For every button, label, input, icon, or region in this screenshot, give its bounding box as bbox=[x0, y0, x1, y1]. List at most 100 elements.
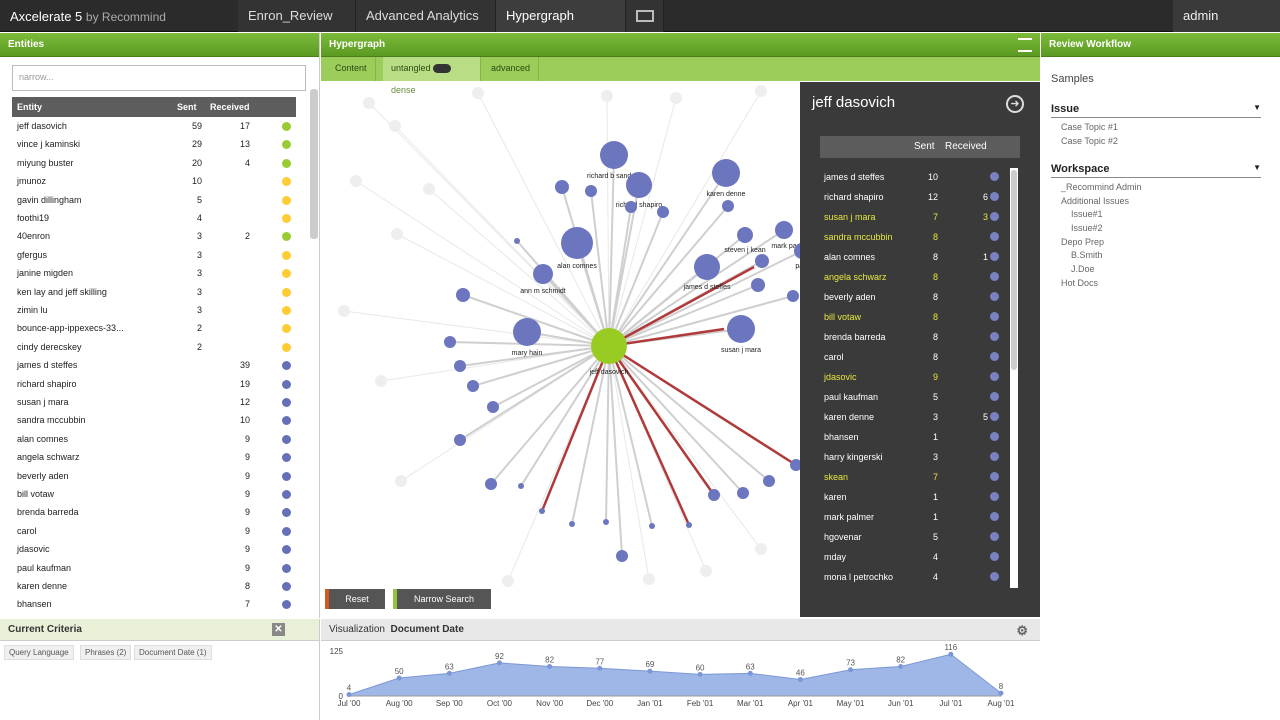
graph-node[interactable] bbox=[712, 159, 740, 187]
col-received[interactable]: Received bbox=[210, 102, 250, 112]
graph-node[interactable] bbox=[555, 180, 569, 194]
menu-icon[interactable] bbox=[1018, 38, 1032, 52]
entity-row[interactable]: cindy derecskey 2 bbox=[12, 339, 296, 357]
graph-node[interactable] bbox=[513, 318, 541, 346]
tab-enron-review[interactable]: Enron_Review bbox=[238, 0, 356, 32]
graph-node[interactable] bbox=[487, 401, 499, 413]
samples-item[interactable]: Samples bbox=[1051, 73, 1094, 85]
issue-item[interactable]: Case Topic #1 bbox=[1061, 122, 1118, 132]
entity-row[interactable]: gavin dillingham 5 bbox=[12, 192, 296, 210]
criteria-pill[interactable]: Document Date (1) bbox=[134, 645, 212, 660]
detail-row[interactable]: skean 7 bbox=[820, 467, 1010, 487]
arrow-right-icon[interactable]: ➜ bbox=[1006, 95, 1024, 113]
entity-row[interactable]: janine migden 3 bbox=[12, 265, 296, 283]
graph-node[interactable] bbox=[763, 475, 775, 487]
ws-item[interactable]: Depo Prep bbox=[1061, 237, 1104, 247]
graph-node[interactable] bbox=[585, 185, 597, 197]
detail-row[interactable]: harry kingerski 3 bbox=[820, 447, 1010, 467]
detail-row[interactable]: mona l petrochko 4 bbox=[820, 567, 1010, 587]
entity-row[interactable]: beverly aden 9 bbox=[12, 468, 296, 486]
graph-node[interactable] bbox=[485, 478, 497, 490]
detail-row[interactable]: carol 8 bbox=[820, 347, 1010, 367]
detail-row[interactable]: susan j mara 7 3 bbox=[820, 207, 1010, 227]
entities-scrollbar[interactable] bbox=[310, 89, 318, 239]
entity-row[interactable]: miyung buster 20 4 bbox=[12, 155, 296, 173]
graph-node[interactable] bbox=[686, 522, 692, 528]
subtab-layout[interactable]: untangled dense bbox=[383, 57, 481, 95]
entity-row[interactable]: 40enron 3 2 bbox=[12, 228, 296, 246]
graph-node[interactable] bbox=[737, 487, 749, 499]
col-sent[interactable]: Sent bbox=[177, 102, 197, 112]
entity-row[interactable]: ken lay and jeff skilling 3 bbox=[12, 284, 296, 302]
graph-node[interactable] bbox=[649, 523, 655, 529]
col-entity[interactable]: Entity bbox=[17, 102, 42, 112]
entity-row[interactable]: jdasovic 9 bbox=[12, 541, 296, 559]
entity-row[interactable]: brenda barreda 9 bbox=[12, 504, 296, 522]
subtab-advanced[interactable]: advanced bbox=[483, 57, 540, 81]
detail-row[interactable]: paul kaufman 5 bbox=[820, 387, 1010, 407]
entity-row[interactable]: richard shapiro 19 bbox=[12, 376, 296, 394]
entity-row[interactable]: foothi19 4 bbox=[12, 210, 296, 228]
graph-node[interactable] bbox=[787, 290, 799, 302]
graph-node[interactable] bbox=[737, 227, 753, 243]
detail-scroll-thumb[interactable] bbox=[1011, 170, 1017, 370]
entity-row[interactable]: bounce-app-ippexecs-33... 2 bbox=[12, 320, 296, 338]
detail-row[interactable]: bhansen 1 bbox=[820, 427, 1010, 447]
entity-row[interactable]: angela schwarz 9 bbox=[12, 449, 296, 467]
hypergraph-canvas[interactable]: richard b sandersrichard shapirokaren de… bbox=[321, 81, 801, 616]
tab-add-button[interactable] bbox=[626, 0, 664, 32]
graph-node[interactable] bbox=[751, 278, 765, 292]
detail-row[interactable]: bill votaw 8 bbox=[820, 307, 1010, 327]
tab-advanced-analytics[interactable]: Advanced Analytics bbox=[356, 0, 496, 32]
workspace-heading[interactable]: Workspace ▼ bbox=[1051, 163, 1261, 178]
ws-item[interactable]: Hot Docs bbox=[1061, 278, 1098, 288]
user-menu[interactable]: admin bbox=[1173, 0, 1280, 32]
ws-item[interactable]: Issue#1 bbox=[1071, 209, 1103, 219]
entity-row[interactable]: jmunoz 10 bbox=[12, 173, 296, 191]
graph-node[interactable] bbox=[603, 519, 609, 525]
entity-row[interactable]: vince j kaminski 29 13 bbox=[12, 136, 296, 154]
entity-row[interactable]: carol 9 bbox=[12, 523, 296, 541]
detail-row[interactable]: jdasovic 9 bbox=[820, 367, 1010, 387]
entity-row[interactable]: bhansen 7 bbox=[12, 596, 296, 614]
graph-node[interactable] bbox=[456, 288, 470, 302]
graph-node[interactable] bbox=[722, 200, 734, 212]
close-icon[interactable]: ✕ bbox=[272, 623, 285, 636]
detail-row[interactable]: karen denne 3 5 bbox=[820, 407, 1010, 427]
ws-item[interactable]: B.Smith bbox=[1071, 250, 1103, 260]
detail-row[interactable]: sandra mccubbin 8 bbox=[820, 227, 1010, 247]
detail-row[interactable]: brenda barreda 8 bbox=[820, 327, 1010, 347]
graph-node[interactable] bbox=[727, 315, 755, 343]
gear-icon[interactable]: ⚙ bbox=[1016, 620, 1028, 642]
ws-item[interactable]: Additional Issues bbox=[1061, 196, 1129, 206]
graph-node[interactable] bbox=[694, 254, 720, 280]
detail-row[interactable]: mark palmer 1 bbox=[820, 507, 1010, 527]
layout-toggle[interactable] bbox=[433, 64, 452, 74]
entity-row[interactable]: james d steffes 39 bbox=[12, 357, 296, 375]
graph-node[interactable] bbox=[518, 483, 524, 489]
reset-button[interactable]: Reset bbox=[325, 589, 385, 609]
graph-node[interactable] bbox=[708, 489, 720, 501]
entity-row[interactable]: zimin lu 3 bbox=[12, 302, 296, 320]
graph-node[interactable] bbox=[775, 221, 793, 239]
detail-row[interactable]: richard shapiro 12 6 bbox=[820, 187, 1010, 207]
detail-row[interactable]: angela schwarz 8 bbox=[820, 267, 1010, 287]
ws-item[interactable]: Issue#2 bbox=[1071, 223, 1103, 233]
entity-row[interactable]: susan j mara 12 bbox=[12, 394, 296, 412]
issue-heading[interactable]: Issue ▼ bbox=[1051, 103, 1261, 118]
graph-node[interactable] bbox=[454, 434, 466, 446]
ws-item[interactable]: J.Doe bbox=[1071, 264, 1095, 274]
entity-row[interactable]: sandra mccubbin 10 bbox=[12, 412, 296, 430]
graph-node[interactable] bbox=[467, 380, 479, 392]
detail-row[interactable]: james d steffes 10 bbox=[820, 167, 1010, 187]
entity-row[interactable]: jeff dasovich 59 17 bbox=[12, 118, 296, 136]
subtab-content[interactable]: Content bbox=[327, 57, 376, 81]
ws-item[interactable]: _Recommind Admin bbox=[1061, 182, 1142, 192]
date-chart[interactable]: 12504Jul '0050Aug '0063Sep '0092Oct '008… bbox=[321, 641, 1040, 720]
criteria-pill[interactable]: Query Language bbox=[4, 645, 74, 660]
graph-node[interactable] bbox=[755, 254, 769, 268]
graph-node[interactable] bbox=[514, 238, 520, 244]
detail-row[interactable]: alan comnes 8 1 bbox=[820, 247, 1010, 267]
tab-hypergraph[interactable]: Hypergraph bbox=[496, 0, 626, 32]
graph-node[interactable] bbox=[539, 508, 545, 514]
